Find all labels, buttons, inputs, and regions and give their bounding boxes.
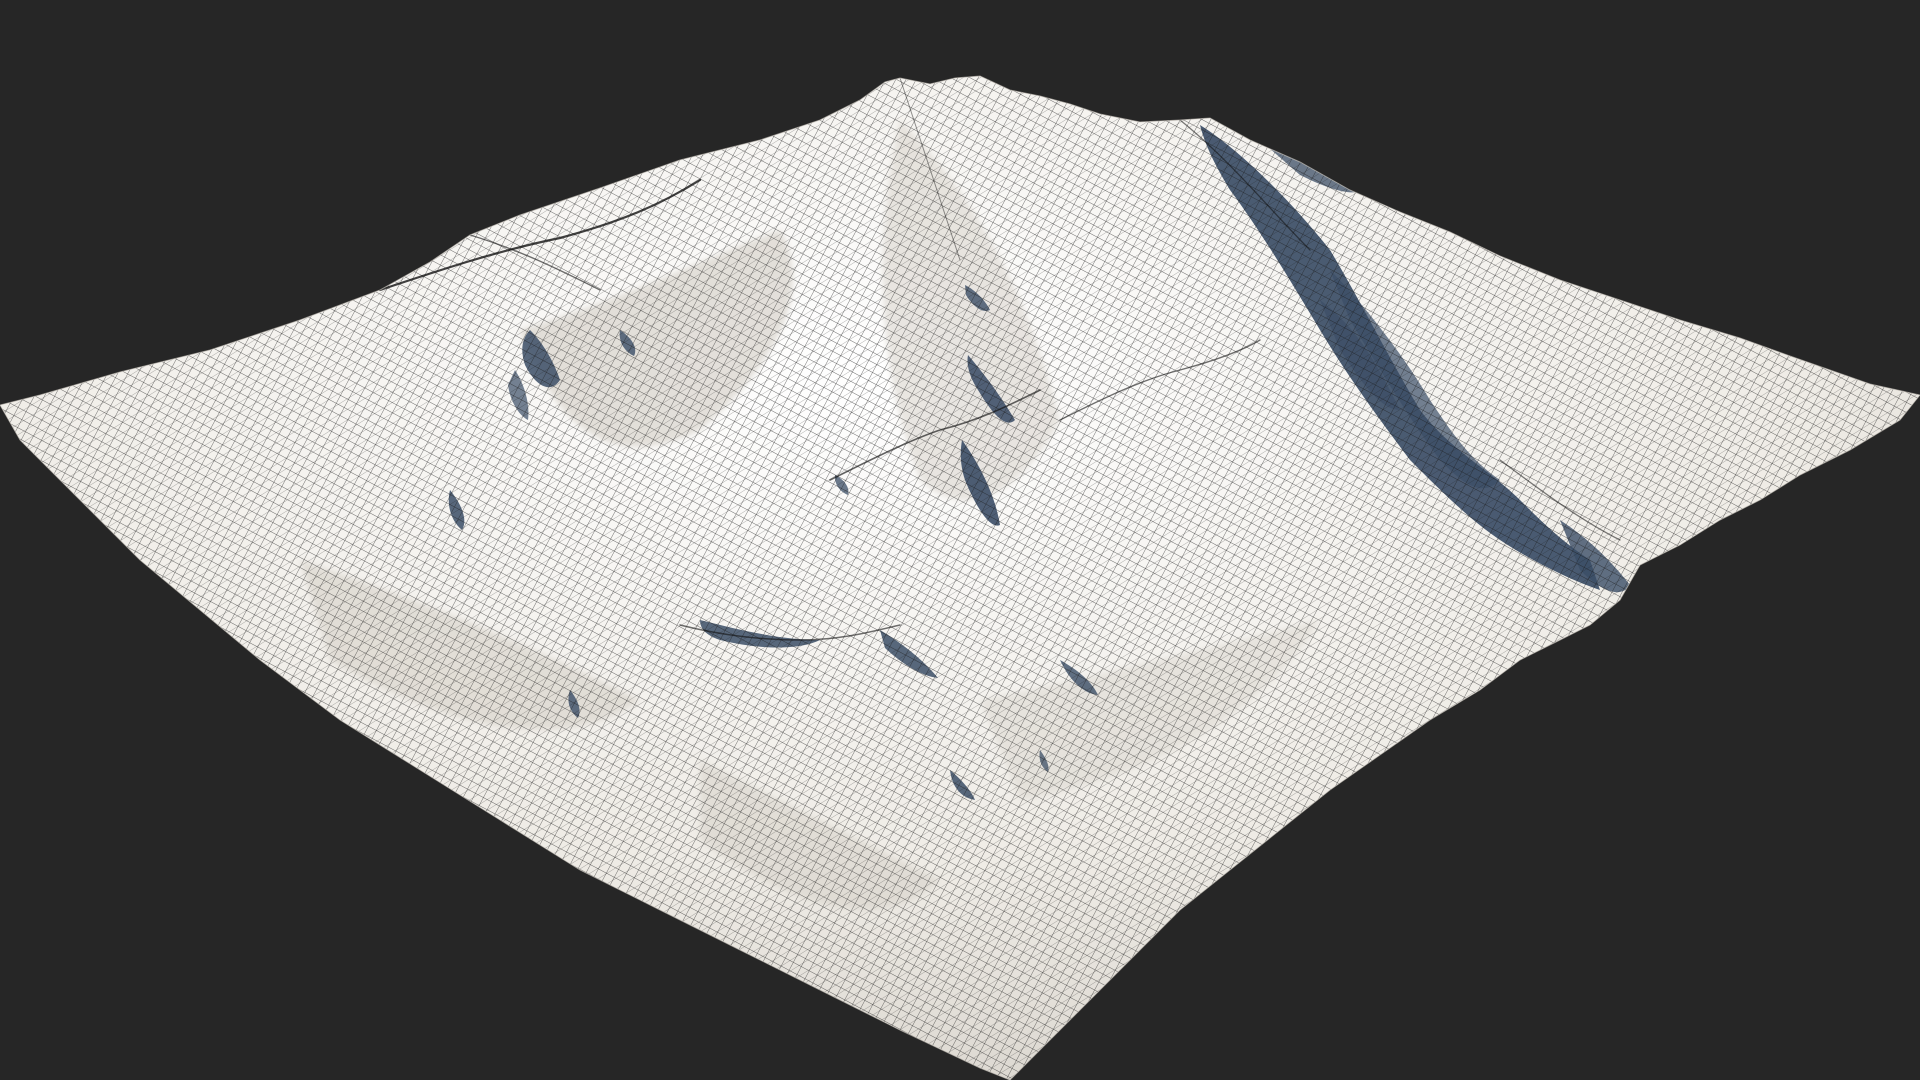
render-viewport bbox=[0, 0, 1920, 1080]
terrain-wireframe bbox=[0, 76, 1920, 1080]
terrain-mesh-render bbox=[0, 75, 1920, 1080]
